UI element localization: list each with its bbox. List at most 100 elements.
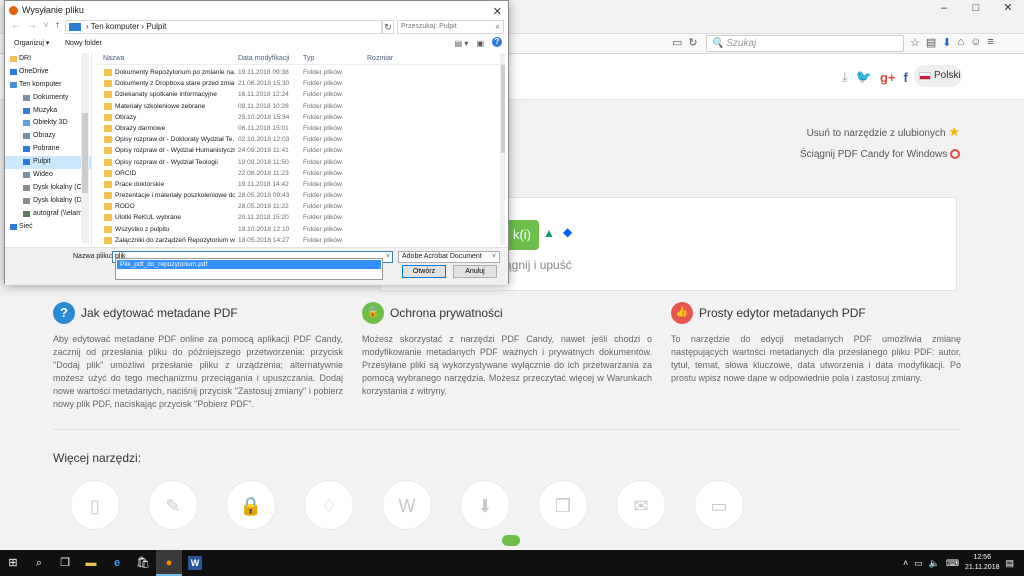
- menu-icon[interactable]: ≡: [987, 36, 993, 49]
- tool-download-icon[interactable]: ⬇: [460, 480, 510, 530]
- nav-item[interactable]: Muzyka: [5, 105, 91, 118]
- file-row[interactable]: Dokumenty z Dropboxa stare przed zmia...…: [97, 78, 505, 89]
- file-row[interactable]: Dokumenty Repozytorium po zmianie na... 1…: [97, 67, 505, 78]
- nav-item[interactable]: Pulpit: [5, 156, 91, 170]
- account-icon[interactable]: ☺: [970, 36, 981, 49]
- windows-start-icon[interactable]: ⊞: [0, 550, 26, 576]
- tool-acrobat-icon[interactable]: ♢: [304, 480, 354, 530]
- nav-item[interactable]: Obiekty 3D: [5, 117, 91, 130]
- maximize-button[interactable]: □: [960, 0, 992, 16]
- notifications-icon[interactable]: ▤: [1005, 558, 1014, 569]
- file-type-select[interactable]: Adobe Acrobat Document ˅: [398, 251, 500, 263]
- file-row[interactable]: Dziekanaty spotkanie informacyjne 16.11.2…: [97, 89, 505, 100]
- file-list-scrollbar[interactable]: [500, 53, 505, 245]
- column-size[interactable]: Rozmiar: [367, 55, 393, 62]
- tray-chevron-icon[interactable]: ˄: [903, 558, 908, 568]
- nav-item[interactable]: Dysk lokalny (C:): [5, 182, 91, 195]
- chevron-down-icon[interactable]: ˅: [386, 252, 390, 262]
- favorite-link[interactable]: Usuń to narzędzie z ulubionych ★: [800, 121, 960, 144]
- clock[interactable]: 12:56 21.11.2018: [965, 553, 1000, 573]
- folder-search-input[interactable]: Przeszukaj: Pulpit ⌕: [397, 20, 504, 34]
- store-icon[interactable]: 🛍: [130, 550, 156, 576]
- up-arrow-icon[interactable]: ↑: [55, 20, 60, 31]
- organize-button[interactable]: Organizuj ▾: [14, 37, 49, 51]
- view-options-icon[interactable]: ▤ ▾: [455, 37, 469, 51]
- nav-item[interactable]: Sieć: [5, 221, 91, 234]
- file-row[interactable]: Opisy rozpraw dr - Doktoraty Wydział Te.…: [97, 134, 505, 145]
- google-drive-icon[interactable]: ▲: [543, 226, 555, 240]
- scrollbar-thumb[interactable]: [501, 65, 505, 153]
- add-file-button[interactable]: k(i): [505, 220, 539, 250]
- dropbox-icon[interactable]: ◆: [563, 225, 572, 239]
- cancel-button[interactable]: Anuluj: [453, 265, 497, 278]
- browser-search-input[interactable]: 🔍 Szukaj: [706, 35, 904, 52]
- download-icon[interactable]: ⬇: [942, 36, 951, 49]
- column-name[interactable]: Nazwa: [103, 55, 124, 62]
- network-icon[interactable]: ▭: [914, 558, 923, 569]
- twitter-icon[interactable]: 🐦: [856, 69, 872, 85]
- tool-copy-icon[interactable]: ❐: [538, 480, 588, 530]
- column-type[interactable]: Typ: [303, 55, 314, 62]
- language-indicator-icon[interactable]: ⌨: [946, 558, 959, 569]
- file-row[interactable]: Opisy rozpraw dr - Wydział Teologii 19.09…: [97, 157, 505, 168]
- open-button[interactable]: Otwórz: [402, 265, 446, 278]
- file-row[interactable]: ORCID 22.08.2018 11:23 Folder plików: [97, 168, 505, 179]
- google-plus-icon[interactable]: g+: [880, 70, 896, 85]
- tool-word-icon[interactable]: W: [382, 480, 432, 530]
- scroll-indicator[interactable]: [502, 535, 520, 546]
- column-date[interactable]: Data modyfikacji: [238, 55, 289, 62]
- tool-edit-icon[interactable]: ✎: [148, 480, 198, 530]
- library-icon[interactable]: ▤: [926, 36, 936, 49]
- preview-pane-icon[interactable]: ▣: [476, 37, 484, 51]
- nav-item[interactable]: Dysk lokalny (D:): [5, 195, 91, 208]
- file-row[interactable]: Materiały szkoleniowe zebrane 09.11.2018 …: [97, 101, 505, 112]
- close-button[interactable]: ✕: [992, 0, 1024, 16]
- recent-chevron-icon[interactable]: ˅: [43, 20, 49, 31]
- file-row[interactable]: Prezentacje i materiały poszkoleniowe do…: [97, 190, 505, 201]
- home-icon[interactable]: ⌂: [958, 36, 965, 49]
- download-windows-link[interactable]: Ściągnij PDF Candy for Windows: [800, 144, 960, 165]
- facebook-icon[interactable]: f: [903, 70, 907, 85]
- word-icon[interactable]: W: [188, 556, 202, 570]
- download-app-icon[interactable]: ⤓: [842, 69, 848, 85]
- file-row[interactable]: Obrazy darmowe 06.11.2018 15:01 Folder pli…: [97, 123, 505, 134]
- tool-lock-icon[interactable]: 🔒: [226, 480, 276, 530]
- tool-image-icon[interactable]: ▭: [694, 480, 744, 530]
- nav-item[interactable]: OneDrive: [5, 66, 91, 79]
- file-row[interactable]: Obrazy 25.10.2018 15:34 Folder plików: [97, 112, 505, 123]
- address-bar[interactable]: › Ten komputer › Pulpit: [65, 20, 382, 34]
- scrollbar-thumb[interactable]: [82, 113, 88, 193]
- file-row[interactable]: RODO 28.05.2018 11:22 Folder plików: [97, 201, 505, 212]
- volume-icon[interactable]: 🔈: [929, 558, 940, 569]
- refresh-button[interactable]: ↻: [382, 20, 394, 34]
- firefox-icon[interactable]: ●: [156, 550, 182, 576]
- help-icon[interactable]: ?: [492, 37, 502, 47]
- autocomplete-item[interactable]: Plik_pdf_do_repozytorium.pdf: [117, 260, 381, 269]
- nav-item[interactable]: autograf (\\elam: [5, 208, 91, 221]
- reader-icon[interactable]: ▭: [672, 36, 682, 49]
- minimize-button[interactable]: –: [928, 0, 960, 16]
- file-explorer-icon[interactable]: ▬: [78, 550, 104, 576]
- refresh-icon[interactable]: ↻: [688, 36, 697, 49]
- back-arrow-icon[interactable]: ←: [11, 20, 21, 31]
- nav-item[interactable]: Pobrane: [5, 143, 91, 156]
- bookmark-star-icon[interactable]: ☆: [910, 36, 920, 49]
- language-button[interactable]: Polski: [914, 65, 962, 87]
- tool-mail-icon[interactable]: ✉: [616, 480, 666, 530]
- nav-item[interactable]: Obrazy: [5, 130, 91, 143]
- search-icon[interactable]: ⌕: [26, 550, 52, 576]
- tool-mobile-icon[interactable]: ▯: [70, 480, 120, 530]
- file-row[interactable]: Ulotki ReKUL wybrane 20.11.2018 15:20 Fold…: [97, 212, 505, 223]
- nav-item[interactable]: Wideo: [5, 169, 91, 182]
- nav-item[interactable]: Ten komputer: [5, 79, 91, 92]
- file-row[interactable]: Prace doktorskie 19.11.2018 14:42 Folder p…: [97, 179, 505, 190]
- nav-item[interactable]: Dokumenty: [5, 92, 91, 105]
- forward-arrow-icon[interactable]: →: [27, 20, 37, 31]
- new-folder-button[interactable]: Nowy folder: [65, 37, 102, 51]
- file-row[interactable]: Opisy rozpraw dr - Wydział Humanistyczny…: [97, 145, 505, 156]
- file-row[interactable]: Załączniki do zarządzeń Repozytorium w..…: [97, 235, 505, 245]
- file-row[interactable]: Wszystko z pulpitu 19.10.2018 12:10 Folder…: [97, 224, 505, 235]
- task-view-icon[interactable]: ❒: [52, 550, 78, 576]
- edge-icon[interactable]: e: [104, 550, 130, 576]
- nav-item[interactable]: DRI: [5, 53, 91, 66]
